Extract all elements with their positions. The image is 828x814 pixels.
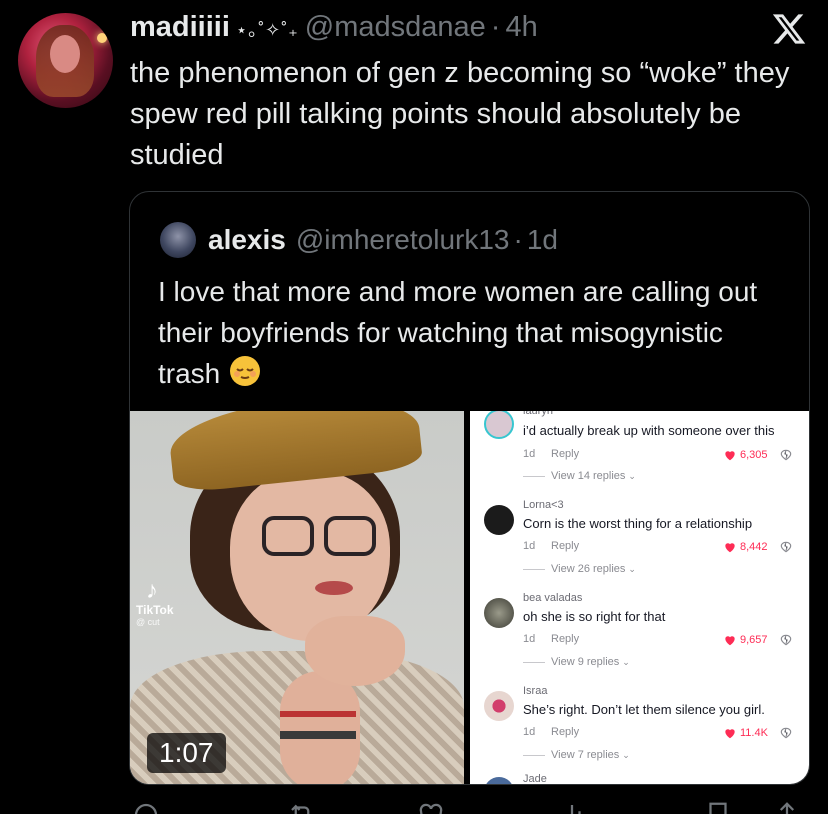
comment-avatar: [484, 777, 514, 784]
comment-age: 1d: [523, 448, 536, 460]
comment-avatar: [484, 505, 514, 535]
comment-text: i’d actually break up with someone over …: [523, 423, 775, 438]
heart-icon: [725, 729, 735, 739]
comment-avatar: [484, 691, 514, 721]
tiktok-brand: TikTok: [136, 603, 174, 617]
chevron-down-icon: ⌄: [622, 656, 630, 667]
tweet-action-bar: [129, 800, 810, 814]
views-icon[interactable]: [557, 800, 587, 814]
video-thumbnail[interactable]: ♪ TikTok @ cut 1:07: [130, 411, 464, 784]
comment-username: Jade: [523, 773, 547, 785]
comment-avatar: [484, 598, 514, 628]
quoted-author-handle[interactable]: @imheretolurk13: [296, 224, 510, 256]
heart-icon: [725, 543, 735, 553]
view-replies: View 14 replies ⌄: [523, 470, 636, 482]
tiktok-watermark-user: @ cut: [136, 617, 160, 627]
comment-text: oh she is so right for that: [523, 609, 666, 624]
comment-username: bea valadas: [523, 592, 583, 604]
chevron-down-icon: ⌄: [622, 749, 630, 760]
relieved-face-emoji-icon: [228, 354, 262, 388]
quoted-tweet-media[interactable]: ♪ TikTok @ cut 1:07 lauryn i’d actually …: [130, 411, 809, 785]
view-replies: View 26 replies ⌄: [523, 563, 636, 575]
tweet-header: madiiiii ⋆｡˚✧˚₊ @madsdanae · 4h: [130, 11, 538, 45]
chevron-down-icon: ⌄: [628, 470, 636, 481]
author-name-decoration: ⋆｡˚✧˚₊: [235, 20, 299, 40]
quoted-author-name[interactable]: alexis: [208, 224, 286, 256]
retweet-icon[interactable]: [287, 800, 317, 814]
tiktok-comments-screenshot: lauryn i’d actually break up with someon…: [470, 411, 809, 785]
comment-text: She’s right. Don’t let them silence you …: [523, 702, 765, 717]
like-icon[interactable]: [416, 800, 446, 814]
dislike-icon: [780, 727, 792, 739]
bookmark-icon[interactable]: [703, 800, 733, 814]
comment-likes: 6,305: [723, 448, 768, 462]
heart-icon: [725, 636, 735, 646]
quoted-tweet-header: alexis @imheretolurk13 · 1d: [160, 222, 558, 258]
quoted-tweet-timestamp: 1d: [526, 224, 558, 255]
tweet-text: the phenomenon of gen z becoming so “wok…: [130, 57, 790, 171]
quoted-tweet-text: I love that more and more women are call…: [158, 271, 788, 394]
author-handle[interactable]: @madsdanae: [305, 11, 486, 44]
x-logo-icon: [771, 11, 807, 47]
dislike-icon: [780, 634, 792, 646]
author-avatar[interactable]: [18, 13, 113, 108]
separator-dot: ·: [513, 224, 523, 255]
comment-username: Lorna<3: [523, 499, 564, 511]
comment-avatar: [484, 411, 514, 439]
tiktok-logo-icon: ♪: [146, 577, 158, 604]
separator-dot: ·: [490, 11, 501, 43]
dislike-icon: [780, 449, 792, 461]
comment-text: Corn is the worst thing for a relationsh…: [523, 516, 753, 531]
comment-username: Israa: [523, 685, 548, 697]
quoted-tweet-card[interactable]: alexis @imheretolurk13 · 1d I love that …: [129, 191, 810, 785]
tiktok-watermark: ♪ TikTok @ cut: [136, 577, 196, 628]
comment-username: lauryn: [523, 411, 553, 417]
chevron-down-icon: ⌄: [628, 563, 636, 574]
heart-icon: [725, 451, 735, 461]
view-replies: View 7 replies ⌄: [523, 749, 630, 761]
reply-icon[interactable]: [131, 800, 161, 814]
view-replies: View 9 replies ⌄: [523, 656, 630, 668]
share-icon[interactable]: [772, 800, 802, 814]
video-duration-badge: 1:07: [147, 733, 226, 773]
dislike-icon: [780, 541, 792, 553]
quoted-author-avatar[interactable]: [160, 222, 196, 258]
comment-reply: Reply: [551, 448, 580, 460]
author-name[interactable]: madiiiii: [130, 11, 230, 44]
tweet-timestamp[interactable]: 4h: [505, 11, 537, 44]
